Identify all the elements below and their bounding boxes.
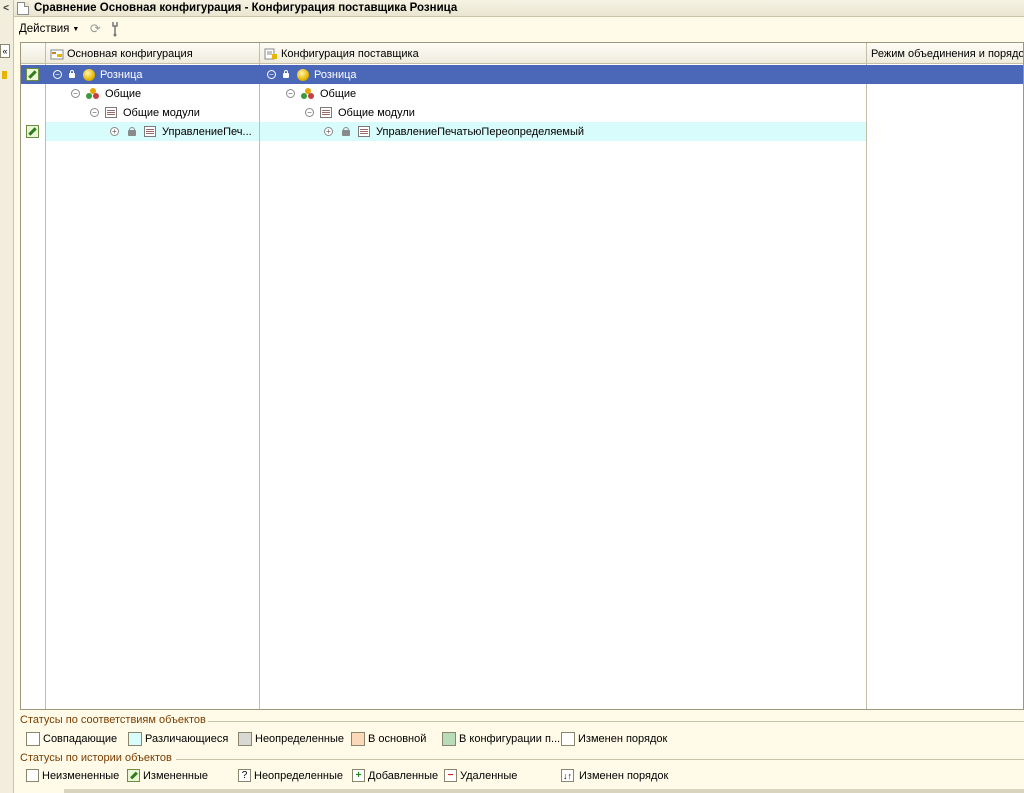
- column-divider: [45, 64, 46, 709]
- main-config-cell: − Общие: [71, 84, 141, 103]
- window-title: Сравнение Основная конфигурация - Конфиг…: [34, 2, 458, 14]
- minus-icon: −: [444, 769, 457, 782]
- side-panel-button[interactable]: «: [0, 44, 10, 58]
- legend-item-order-changed: Изменен порядок: [561, 730, 667, 747]
- swatch-differ: [128, 731, 142, 746]
- legend-item-deleted: − Удаленные: [444, 767, 517, 784]
- collapse-toggle-icon[interactable]: −: [305, 108, 314, 117]
- common-objects-icon: [86, 87, 100, 100]
- expand-toggle-icon[interactable]: +: [110, 127, 119, 136]
- column-divider: [259, 64, 260, 709]
- order-arrows-icon: ↓↑: [561, 769, 574, 782]
- header-vendor-config[interactable]: Конфигурация поставщика: [260, 43, 867, 64]
- table-row[interactable]: − Общие − Общие: [21, 84, 1023, 103]
- swatch-in-vendor: [442, 731, 456, 746]
- table-row[interactable]: − Розница − Розница: [21, 65, 1023, 84]
- comparison-tree-table: Основная конфигурация Конфигурация поста…: [20, 42, 1024, 710]
- collapse-panel-button[interactable]: <: [0, 2, 12, 15]
- module-icon: [144, 126, 156, 137]
- legend-item-undefined-history: ? Неопределенные: [238, 767, 343, 784]
- settings-wrench-icon[interactable]: [107, 21, 123, 37]
- window-title-bar: Сравнение Основная конфигурация - Конфиг…: [14, 0, 1024, 17]
- swatch-in-main: [351, 731, 365, 746]
- actions-menu-label: Действия: [19, 23, 70, 35]
- vendor-config-cell: − Розница: [267, 65, 357, 84]
- vendor-config-cell: + УправлениеПечатьюПереопределяемый: [324, 122, 584, 141]
- legend-item-order-changed-history: ↓↑ Изменен порядок: [561, 769, 669, 782]
- vendor-config-icon: [264, 48, 278, 60]
- table-row[interactable]: + УправлениеПеч... + УправлениеПечатьюПе…: [21, 122, 1023, 141]
- config-folder-icon: [50, 48, 64, 60]
- caret-down-icon: ▼: [72, 25, 80, 33]
- column-divider: [866, 64, 867, 709]
- collapse-toggle-icon[interactable]: −: [71, 89, 80, 98]
- header-status-column: [21, 43, 46, 64]
- configuration-root-icon: [297, 68, 309, 81]
- swatch-match: [26, 731, 40, 746]
- side-marker-icon: [2, 71, 7, 79]
- row-check-pencil-icon[interactable]: [26, 68, 39, 81]
- configuration-root-icon: [83, 68, 95, 81]
- legend-divider: [208, 721, 1024, 722]
- main-config-cell: − Розница: [53, 65, 143, 84]
- swatch-undefined: [238, 731, 252, 746]
- lock-icon: [128, 127, 136, 136]
- legend-item-changed: Измененные: [127, 767, 208, 784]
- collapse-toggle-icon[interactable]: −: [90, 108, 99, 117]
- empty-box-icon: [26, 769, 39, 782]
- table-row[interactable]: − Общие модули − Общие модули: [21, 103, 1023, 122]
- plus-icon: +: [352, 769, 365, 782]
- legend-match-title: Статусы по соответствиям объектов: [20, 714, 206, 726]
- left-side-strip: < «: [0, 0, 14, 793]
- row-check-pencil-icon[interactable]: [26, 125, 39, 138]
- pencil-icon: [127, 769, 140, 782]
- collapse-toggle-icon[interactable]: −: [267, 70, 276, 79]
- main-config-cell: + УправлениеПеч...: [110, 122, 252, 141]
- actions-menu-button[interactable]: Действия ▼: [19, 23, 79, 35]
- document-icon: [17, 1, 29, 15]
- lock-icon: [342, 127, 350, 136]
- module-icon: [358, 126, 370, 137]
- legend-item-added: + Добавленные: [352, 767, 438, 784]
- collapse-toggle-icon[interactable]: −: [286, 89, 295, 98]
- lock-icon: [68, 70, 76, 79]
- legend-item-differ: Различающиеся: [128, 730, 228, 747]
- toolbar: Действия ▼ ⟳: [14, 18, 1024, 40]
- vendor-config-cell: − Общие модули: [305, 103, 415, 122]
- vendor-config-cell: − Общие: [286, 84, 356, 103]
- header-merge-mode[interactable]: Режим объединения и порядок: [867, 43, 1023, 64]
- expand-toggle-icon[interactable]: +: [324, 127, 333, 136]
- question-icon: ?: [238, 769, 251, 782]
- legend-history-title: Статусы по истории объектов: [20, 752, 172, 764]
- legend-divider: [176, 759, 1024, 760]
- bottom-status-bar: [64, 789, 1024, 793]
- lock-icon: [282, 70, 290, 79]
- common-modules-icon: [105, 107, 117, 118]
- legend-item-in-vendor: В конфигурации п...: [442, 730, 560, 747]
- common-objects-icon: [301, 87, 315, 100]
- legend-item-undefined: Неопределенные: [238, 730, 344, 747]
- main-config-cell: − Общие модули: [90, 103, 200, 122]
- swatch-order-changed: [561, 731, 575, 746]
- refresh-icon[interactable]: ⟳: [87, 21, 103, 37]
- legend-item-unchanged: Неизмененные: [26, 767, 119, 784]
- collapse-toggle-icon[interactable]: −: [53, 70, 62, 79]
- table-header: Основная конфигурация Конфигурация поста…: [21, 43, 1023, 64]
- legend-item-match: Совпадающие: [26, 730, 117, 747]
- header-main-config[interactable]: Основная конфигурация: [46, 43, 260, 64]
- legend-item-in-main: В основной: [351, 730, 426, 747]
- common-modules-icon: [320, 107, 332, 118]
